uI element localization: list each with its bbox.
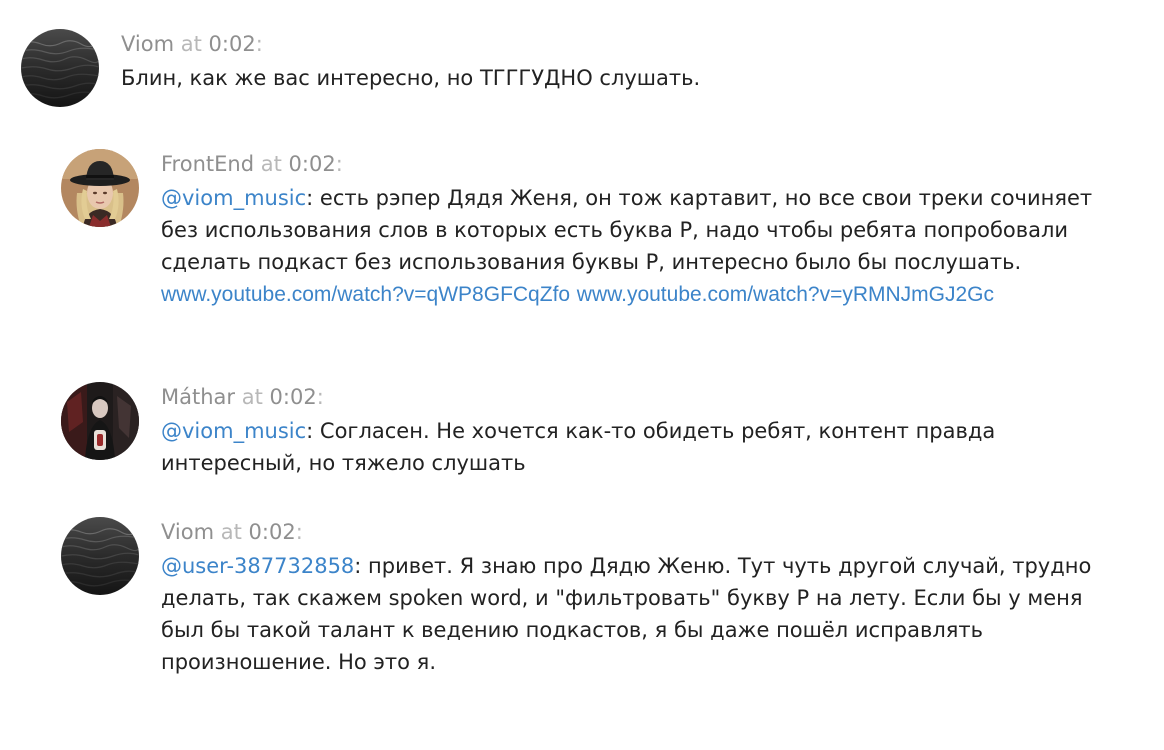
user-mention-link[interactable]: @viom_music [161,419,306,443]
youtube-link[interactable]: www.youtube.com/watch?v=qWP8GFCqZfo [161,283,570,306]
comment-meta: Viom at 0:02: [121,30,1081,58]
comment-timestamp[interactable]: 0:02 [289,152,336,176]
user-mention-link[interactable]: @user-387732858 [161,554,354,578]
comment-timestamp[interactable]: 0:02 [270,385,317,409]
comment-item: Máthar at 0:02: @viom_music: Согласен. Н… [61,382,1121,479]
comment-timestamp[interactable]: 0:02 [249,520,296,544]
dark-figure-avatar-icon [61,382,139,460]
comment-meta: Viom at 0:02: [161,518,1121,546]
comment-author[interactable]: Viom [121,32,174,56]
avatar[interactable] [61,517,139,595]
at-label: at [180,32,202,56]
comment-text: @user-387732858: привет. Я знаю про Дядю… [161,550,1121,678]
comment-text: Блин, как же вас интересно, но ТГГГУДНО … [121,62,1081,94]
comment-content: FrontEnd at 0:02: @viom_music: есть рэпе… [161,149,1121,311]
meta-colon: : [255,32,263,56]
comment-author[interactable]: Máthar [161,385,235,409]
comment-content: Viom at 0:02: @user-387732858: привет. Я… [161,517,1121,678]
avatar[interactable] [61,149,139,227]
at-label: at [241,385,263,409]
meta-colon: : [295,520,303,544]
comment-meta: FrontEnd at 0:02: [161,150,1121,178]
comment-text: @viom_music: Согласен. Не хочется как-то… [161,415,1121,479]
comment-text: @viom_music: есть рэпер Дядя Женя, он то… [161,182,1121,311]
at-label: at [260,152,282,176]
comment-body: Блин, как же вас интересно, но ТГГГУДНО … [121,66,701,90]
user-mention-link[interactable]: @viom_music [161,186,306,210]
comment-item: Viom at 0:02: @user-387732858: привет. Я… [61,517,1121,678]
comment-item: Viom at 0:02: Блин, как же вас интересно… [21,29,1081,107]
meta-colon: : [335,152,343,176]
comment-author[interactable]: FrontEnd [161,152,254,176]
comment-item: FrontEnd at 0:02: @viom_music: есть рэпе… [61,149,1121,311]
comment-author[interactable]: Viom [161,520,214,544]
comment-timestamp[interactable]: 0:02 [209,32,256,56]
dark-water-avatar-icon [21,29,99,107]
youtube-link[interactable]: www.youtube.com/watch?v=yRMNJmGJ2Gc [577,283,994,306]
at-label: at [220,520,242,544]
comment-meta: Máthar at 0:02: [161,383,1121,411]
link-separator [570,282,577,306]
woman-in-hat-avatar-icon [61,149,139,227]
avatar[interactable] [21,29,99,107]
avatar[interactable] [61,382,139,460]
dark-water-avatar-icon [61,517,139,595]
meta-colon: : [316,385,324,409]
comment-content: Máthar at 0:02: @viom_music: Согласен. Н… [161,382,1121,479]
comment-content: Viom at 0:02: Блин, как же вас интересно… [121,29,1081,94]
